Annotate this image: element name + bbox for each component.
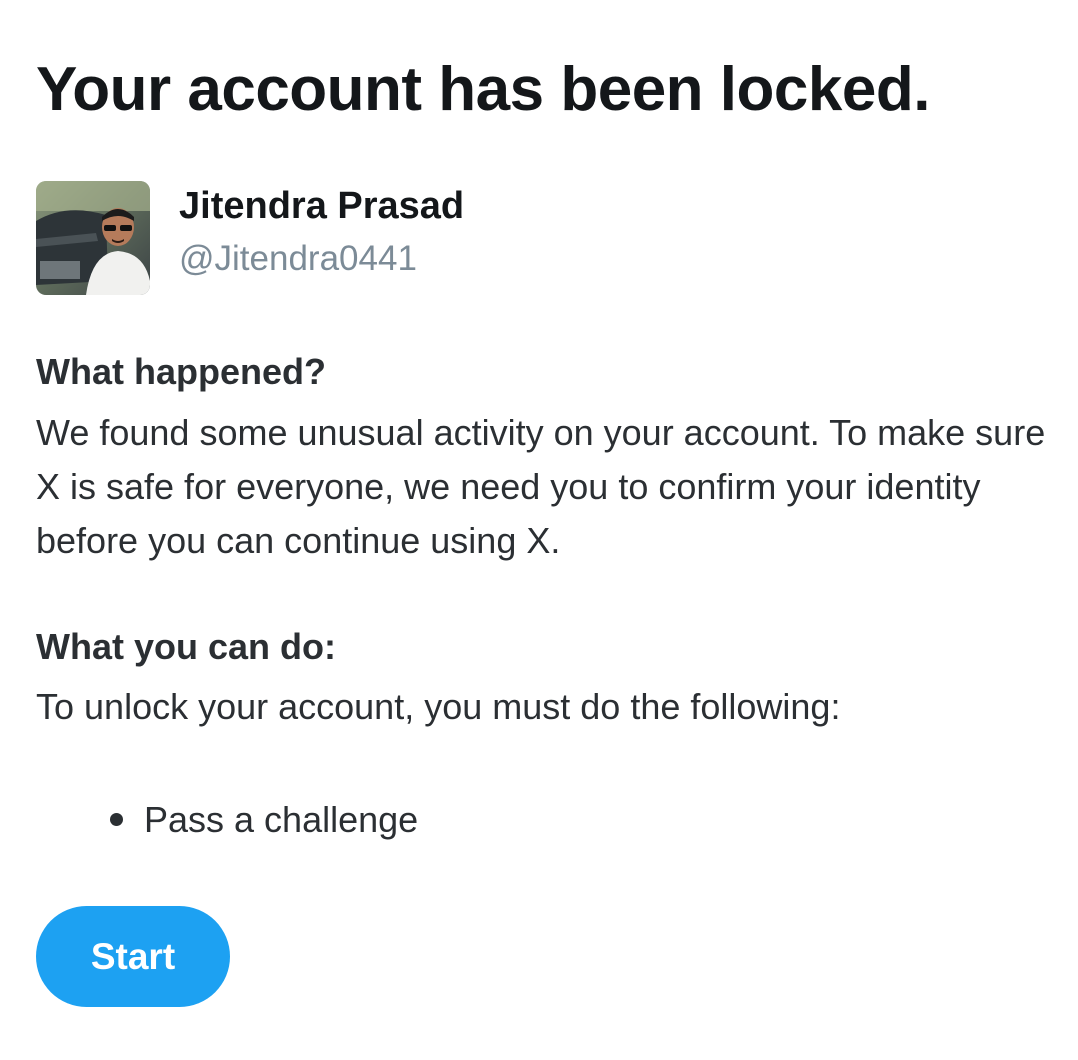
user-handle: @Jitendra0441	[179, 239, 417, 278]
avatar	[36, 181, 150, 295]
what-you-can-do-heading: What you can do:	[36, 626, 336, 667]
display-name: Jitendra Prasad	[179, 185, 465, 227]
list-item: Pass a challenge	[110, 795, 418, 845]
what-happened-body: We found some unusual activity on your a…	[36, 412, 1046, 561]
profile-card: Jitendra Prasad @Jitendra0441	[36, 181, 736, 296]
start-button[interactable]: Start	[36, 906, 230, 1007]
what-you-can-do-body: To unlock your account, you must do the …	[36, 686, 841, 727]
steps-list: Pass a challenge	[110, 795, 418, 845]
bullet-icon	[110, 813, 123, 826]
what-happened-heading: What happened?	[36, 351, 326, 392]
step-label: Pass a challenge	[144, 799, 419, 840]
page-title: Your account has been locked.	[36, 55, 930, 124]
user-photo-icon	[36, 181, 150, 295]
